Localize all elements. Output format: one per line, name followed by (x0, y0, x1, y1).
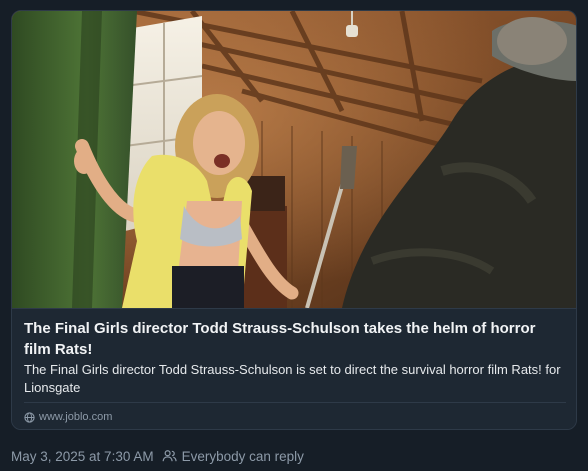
divider (24, 402, 566, 403)
link-description: The Final Girls director Todd Strauss-Sc… (24, 362, 561, 395)
link-preview-card[interactable]: The Final Girls director Todd Strauss-Sc… (11, 10, 577, 430)
reply-setting-label: Everybody can reply (181, 448, 304, 464)
post-meta: May 3, 2025 at 7:30 AM Everybody can rep… (11, 447, 304, 465)
link-title[interactable]: The Final Girls director Todd Strauss-Sc… (24, 318, 564, 360)
post-timestamp[interactable]: May 3, 2025 at 7:30 AM (11, 449, 154, 464)
domain-text: www.joblo.com (39, 411, 113, 423)
movie-still-image[interactable] (12, 11, 577, 308)
link-domain[interactable]: www.joblo.com (24, 409, 112, 425)
globe-icon (24, 411, 35, 423)
people-icon (162, 450, 177, 462)
reply-setting: Everybody can reply (162, 449, 304, 464)
link-info[interactable]: The Final Girls director Todd Strauss-Sc… (12, 308, 576, 429)
